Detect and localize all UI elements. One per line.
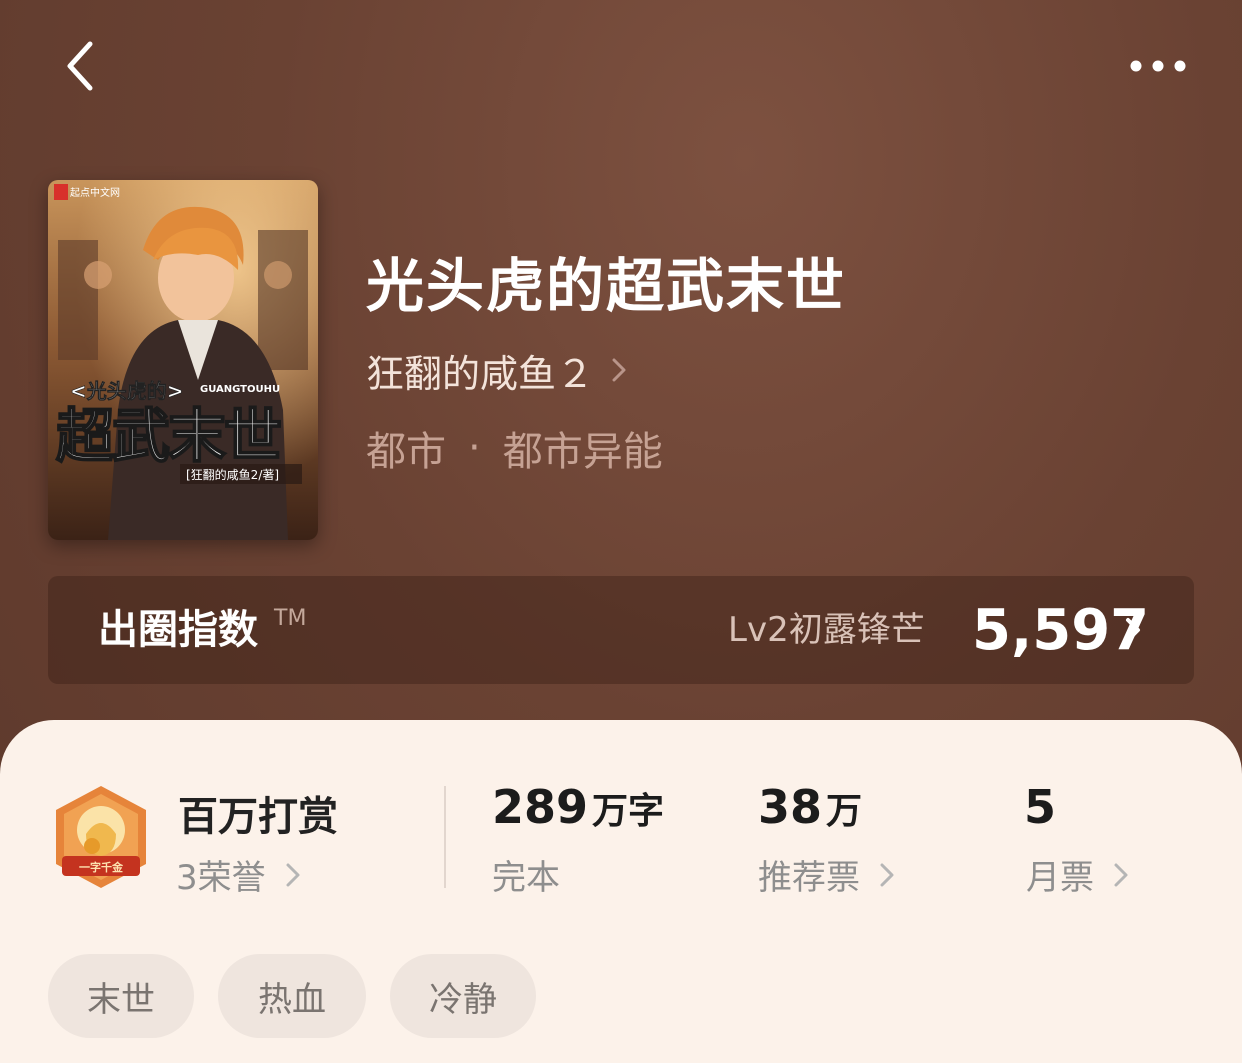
reward-title: 百万打赏 xyxy=(178,794,338,840)
index-trademark: TM xyxy=(274,606,307,631)
category: 都市 xyxy=(366,429,446,475)
monthly-votes-link[interactable]: 月票 xyxy=(1026,850,1136,899)
cover-series-small: <光头虎的> xyxy=(70,379,184,403)
chevron-right-icon xyxy=(286,863,300,886)
recommend-votes-label: 推荐票 xyxy=(758,858,860,898)
cover-title: 超武末世 xyxy=(56,402,280,470)
word-count-unit: 万字 xyxy=(592,791,665,832)
author-link[interactable]: 狂翻的咸鱼２ xyxy=(366,340,634,400)
chevron-right-icon xyxy=(880,863,894,886)
genre-row: 都市 · 都市异能 xyxy=(366,418,663,478)
more-dots-icon xyxy=(1130,60,1186,72)
chevron-left-icon xyxy=(67,41,93,91)
cover-publisher: 起点中文网 xyxy=(70,186,120,199)
chevron-right-icon xyxy=(1114,863,1128,886)
completion-status: 完本 xyxy=(492,850,560,899)
back-button[interactable] xyxy=(60,36,104,96)
index-level: Lv2初露锋芒 xyxy=(728,610,925,650)
word-count-value: 289 xyxy=(492,780,589,834)
monthly-votes-value: 5 xyxy=(1024,780,1057,834)
more-button[interactable] xyxy=(1122,46,1192,86)
chevron-right-icon xyxy=(1126,618,1140,642)
subcategory: 都市异能 xyxy=(502,429,663,475)
monthly-votes: 5 xyxy=(1024,780,1056,834)
recommend-votes-link[interactable]: 推荐票 xyxy=(758,850,902,899)
chevron-right-icon xyxy=(612,358,626,382)
stats-divider xyxy=(444,786,446,888)
book-cover-art: <光头虎的> GUANGTOUHU 超武末世 [狂翻的咸鱼2/著] 起点中文网 xyxy=(48,180,318,540)
honor-count: 3荣誉 xyxy=(176,858,266,898)
cover-author: [狂翻的咸鱼2/著] xyxy=(186,467,279,482)
index-label: 出圈指数 xyxy=(98,607,258,653)
tag-chip[interactable]: 冷静 xyxy=(390,954,536,1038)
book-cover[interactable]: <光头虎的> GUANGTOUHU 超武末世 [狂翻的咸鱼2/著] 起点中文网 xyxy=(48,180,318,540)
book-title: 光头虎的超武末世 xyxy=(366,252,847,320)
author-name: 狂翻的咸鱼２ xyxy=(366,351,595,396)
tag-chip[interactable]: 末世 xyxy=(48,954,194,1038)
recommend-votes: 38 万 xyxy=(758,780,862,834)
honor-link[interactable]: 3荣誉 xyxy=(176,850,308,899)
tag-chip[interactable]: 热血 xyxy=(218,954,366,1038)
recommend-votes-unit: 万 xyxy=(826,791,863,832)
monthly-votes-label: 月票 xyxy=(1026,858,1094,898)
badge-text: 一字千金 xyxy=(79,860,124,874)
cover-series-en: GUANGTOUHU xyxy=(200,384,280,395)
reward-badge-icon: 一字千金 xyxy=(50,784,152,892)
word-count: 289 万字 xyxy=(492,780,664,834)
genre-separator: · xyxy=(468,425,481,471)
recommend-votes-value: 38 xyxy=(758,780,823,834)
completion-status-label: 完本 xyxy=(492,858,560,898)
